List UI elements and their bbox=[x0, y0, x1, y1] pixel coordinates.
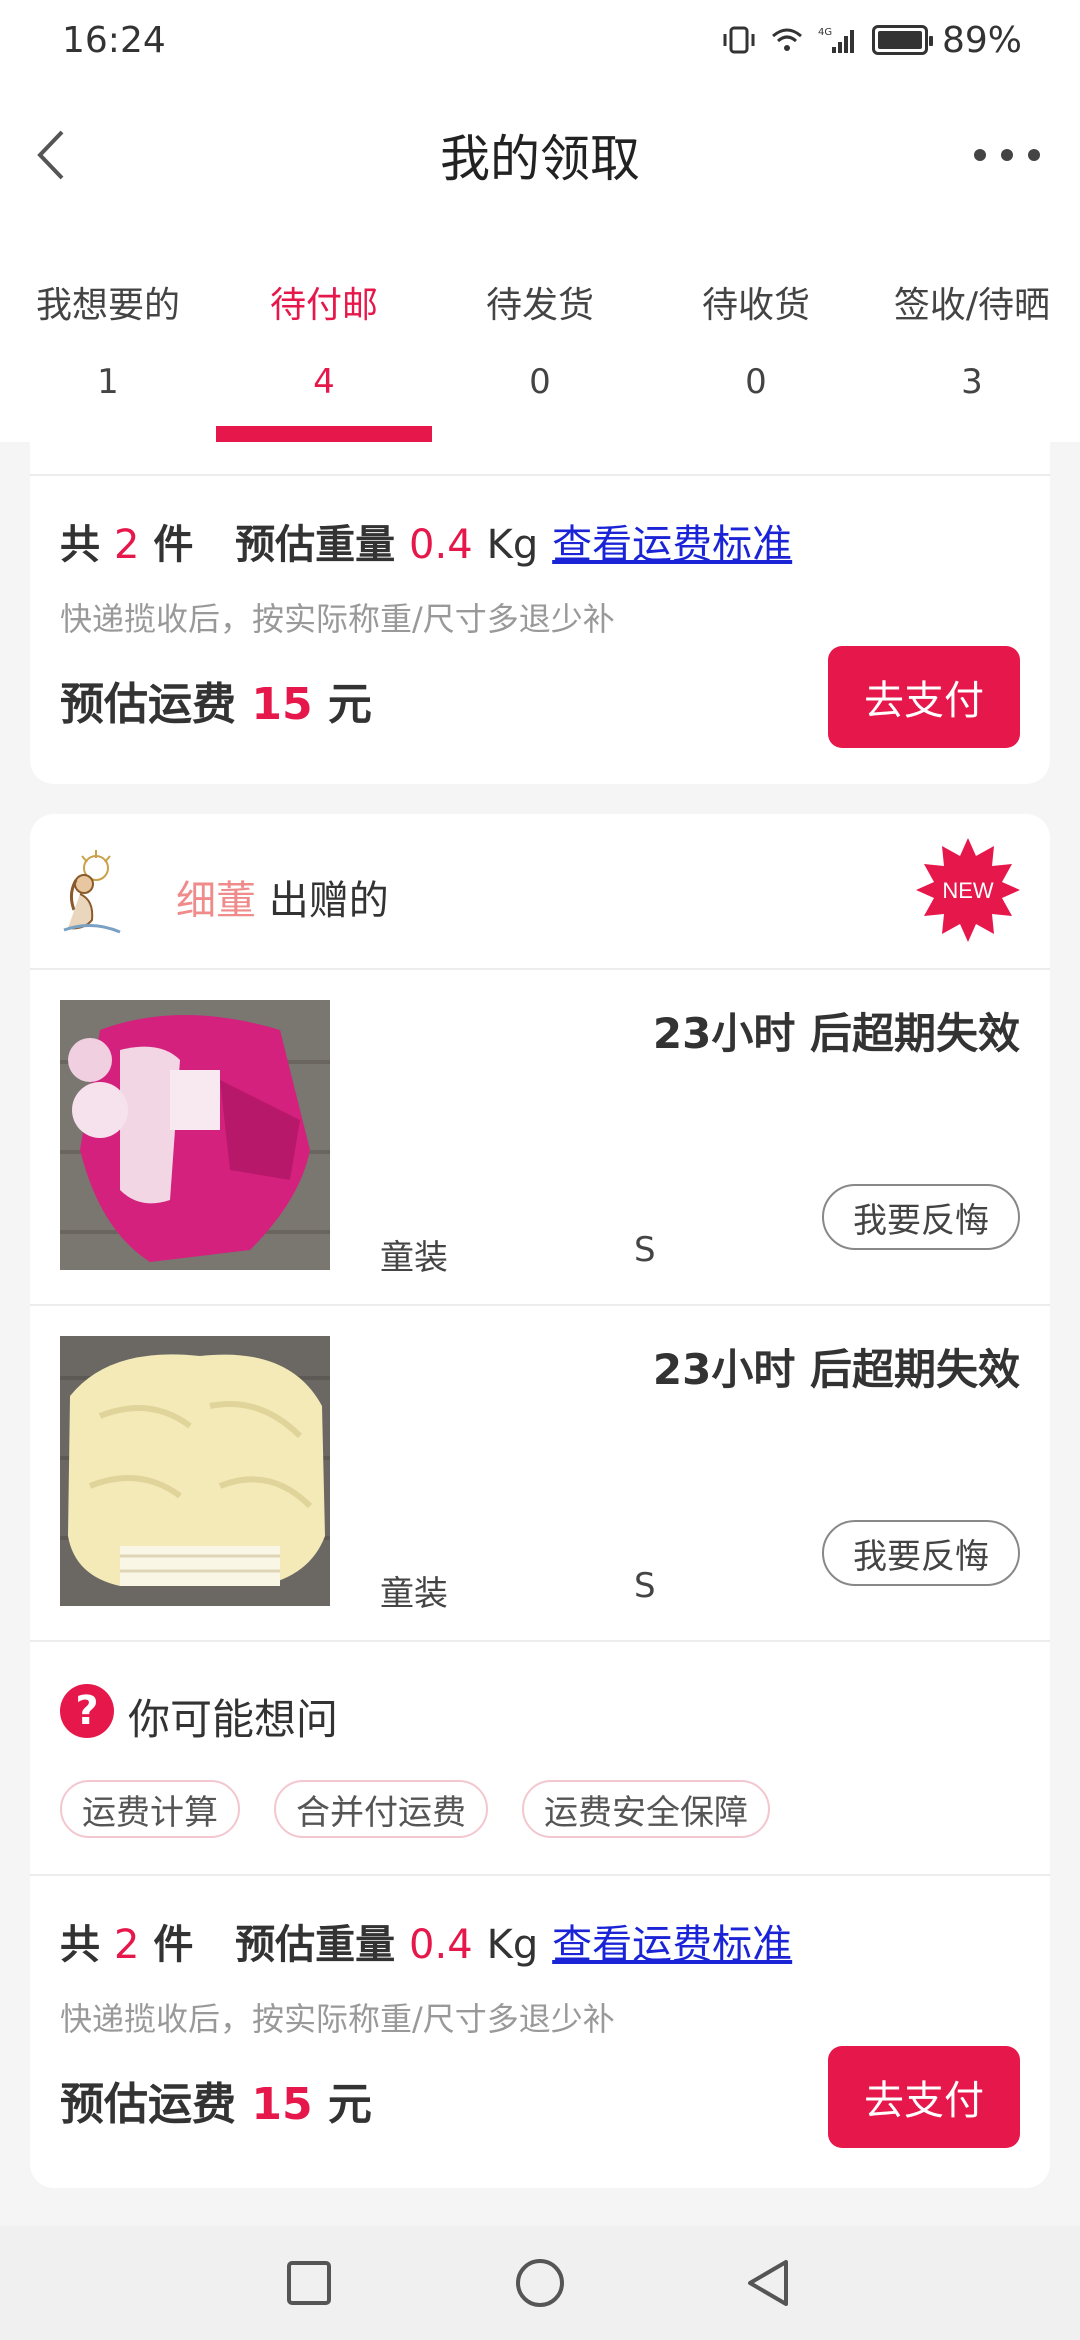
tab-pending-postage[interactable]: 待付邮 4 bbox=[216, 230, 432, 442]
shipping-note: 快递揽收后，按实际称重/尺寸多退少补 bbox=[60, 600, 615, 638]
item-size: S bbox=[634, 1566, 656, 1606]
tab-label: 待发货 bbox=[485, 285, 594, 326]
shipping-rate-link[interactable]: 查看运费标准 bbox=[552, 522, 792, 568]
fee-label: 预估运费 bbox=[60, 2079, 236, 2130]
expire-text: 23小时 后超期失效 bbox=[652, 1009, 1020, 1058]
tab-wanted[interactable]: 我想要的 1 bbox=[0, 230, 216, 442]
faq-chip-combine-postage[interactable]: 合并付运费 bbox=[274, 1780, 488, 1838]
item-image-yellow-pants[interactable] bbox=[60, 1336, 330, 1606]
total-count: 2 bbox=[113, 522, 140, 568]
shipping-rate-link[interactable]: 查看运费标准 bbox=[552, 1922, 792, 1968]
tab-label: 签收/待晒 bbox=[893, 285, 1051, 326]
total-suffix: 件 bbox=[153, 522, 194, 568]
tab-pending-shipment[interactable]: 待发货 0 bbox=[432, 230, 648, 442]
total-prefix: 共 bbox=[60, 1922, 100, 1968]
status-time: 16:24 bbox=[62, 19, 166, 61]
fee-unit: 元 bbox=[327, 679, 372, 730]
pay-button[interactable]: 去支付 bbox=[828, 646, 1020, 748]
chevron-left-icon[interactable] bbox=[22, 120, 92, 190]
new-badge-label: NEW bbox=[942, 878, 994, 903]
faq-chip-shipping-security[interactable]: 运费安全保障 bbox=[522, 1780, 770, 1838]
order-summary: 共 2 件 预估重量 0.4 Kg 查看运费标准 快递揽收后，按实际称重/尺寸多… bbox=[30, 1876, 1050, 2186]
triangle-back-icon[interactable] bbox=[734, 2248, 804, 2318]
expire-text: 23小时 后超期失效 bbox=[652, 1345, 1020, 1394]
tab-count: 3 bbox=[961, 362, 983, 402]
weight-label: 预估重量 bbox=[235, 522, 396, 568]
total-count: 2 bbox=[113, 1922, 140, 1968]
tab-label: 我想要的 bbox=[35, 285, 180, 326]
faq-chip-shipping-calc[interactable]: 运费计算 bbox=[60, 1780, 240, 1838]
item-image-pink-jacket[interactable] bbox=[60, 1000, 330, 1270]
system-nav-bar bbox=[0, 2226, 1080, 2340]
order-summary: 共 2 件 预估重量 0.4 Kg 查看运费标准 快递揽收后，按实际称重/尺寸多… bbox=[30, 442, 1050, 784]
fee-value: 15 bbox=[251, 679, 313, 730]
order-tabs: 我想要的 1 待付邮 4 待发货 0 待收货 0 签收/待晒 3 bbox=[0, 230, 1080, 442]
status-icons: 4G 89% bbox=[722, 20, 1022, 61]
estimated-fee: 预估运费 15 元 bbox=[60, 668, 372, 732]
vibrate-icon bbox=[723, 26, 755, 54]
question-icon: ? bbox=[60, 1684, 114, 1738]
shipping-note: 快递揽收后，按实际称重/尺寸多退少补 bbox=[60, 2000, 615, 2038]
tab-label: 待付邮 bbox=[269, 285, 378, 326]
item-size: S bbox=[634, 1230, 656, 1270]
estimated-fee: 预估运费 15 元 bbox=[60, 2068, 372, 2132]
signal-label: 4G bbox=[818, 27, 832, 38]
circle-icon[interactable] bbox=[505, 2248, 575, 2318]
weight-unit: Kg bbox=[486, 1922, 539, 1968]
weight-value: 0.4 bbox=[409, 522, 473, 568]
pay-button[interactable]: 去支付 bbox=[828, 2046, 1020, 2148]
tab-count: 4 bbox=[313, 362, 335, 402]
cell-signal-icon: 4G bbox=[818, 27, 854, 53]
tab-label: 待收货 bbox=[701, 285, 810, 326]
faq-title: 你可能想问 bbox=[128, 1695, 339, 1744]
total-suffix: 件 bbox=[153, 1922, 194, 1968]
tab-pending-receipt[interactable]: 待收货 0 bbox=[648, 230, 864, 442]
weight-value: 0.4 bbox=[409, 1922, 473, 1968]
avatar[interactable] bbox=[54, 850, 130, 936]
giver-suffix: 出赠的 bbox=[268, 878, 389, 924]
giver-name[interactable]: 细董 bbox=[176, 878, 256, 924]
tab-received[interactable]: 签收/待晒 3 bbox=[864, 230, 1080, 442]
square-icon[interactable] bbox=[274, 2248, 344, 2318]
tab-count: 0 bbox=[745, 362, 767, 402]
summary-line: 共 2 件 预估重量 0.4 Kg 查看运费标准 bbox=[60, 512, 792, 570]
tab-count: 0 bbox=[529, 362, 551, 402]
fee-value: 15 bbox=[251, 2079, 313, 2130]
page-title: 我的领取 bbox=[440, 130, 640, 188]
giver-header: 细董 出赠的 NEW bbox=[30, 814, 1050, 970]
battery-icon bbox=[871, 25, 933, 55]
regret-button[interactable]: 我要反悔 bbox=[822, 1520, 1020, 1586]
summary-line: 共 2 件 预估重量 0.4 Kg 查看运费标准 bbox=[60, 1912, 792, 1970]
item-category: 童装 bbox=[380, 1574, 448, 1614]
item-category: 童装 bbox=[380, 1238, 448, 1278]
order-card: 细董 出赠的 NEW 23小时 后超期失效 童装 S 我要反悔 23小时 后超期… bbox=[30, 814, 1050, 2188]
total-prefix: 共 bbox=[60, 522, 100, 568]
status-bar: 16:24 4G 89% bbox=[0, 0, 1080, 80]
wifi-icon bbox=[772, 28, 802, 51]
fee-label: 预估运费 bbox=[60, 679, 236, 730]
tab-count: 1 bbox=[97, 362, 119, 402]
weight-label: 预估重量 bbox=[235, 1922, 396, 1968]
order-card-previous: 共 2 件 预估重量 0.4 Kg 查看运费标准 快递揽收后，按实际称重/尺寸多… bbox=[30, 442, 1050, 784]
regret-button[interactable]: 我要反悔 bbox=[822, 1184, 1020, 1250]
faq-section: ? 你可能想问 运费计算 合并付运费 运费安全保障 bbox=[30, 1642, 1050, 1876]
divider bbox=[30, 474, 1050, 476]
more-dots-icon[interactable] bbox=[974, 132, 1040, 178]
fee-unit: 元 bbox=[327, 2079, 372, 2130]
active-tab-indicator bbox=[216, 426, 432, 442]
list-item[interactable]: 23小时 后超期失效 童装 S 我要反悔 bbox=[30, 1306, 1050, 1642]
weight-unit: Kg bbox=[486, 522, 539, 568]
list-item[interactable]: 23小时 后超期失效 童装 S 我要反悔 bbox=[30, 970, 1050, 1306]
giver-info: 细董 出赠的 bbox=[176, 868, 389, 926]
new-badge: NEW bbox=[916, 838, 1020, 942]
battery-percent: 89% bbox=[941, 19, 1022, 61]
faq-chips: 运费计算 合并付运费 运费安全保障 bbox=[60, 1780, 770, 1838]
nav-bar: 我的领取 bbox=[0, 80, 1080, 230]
